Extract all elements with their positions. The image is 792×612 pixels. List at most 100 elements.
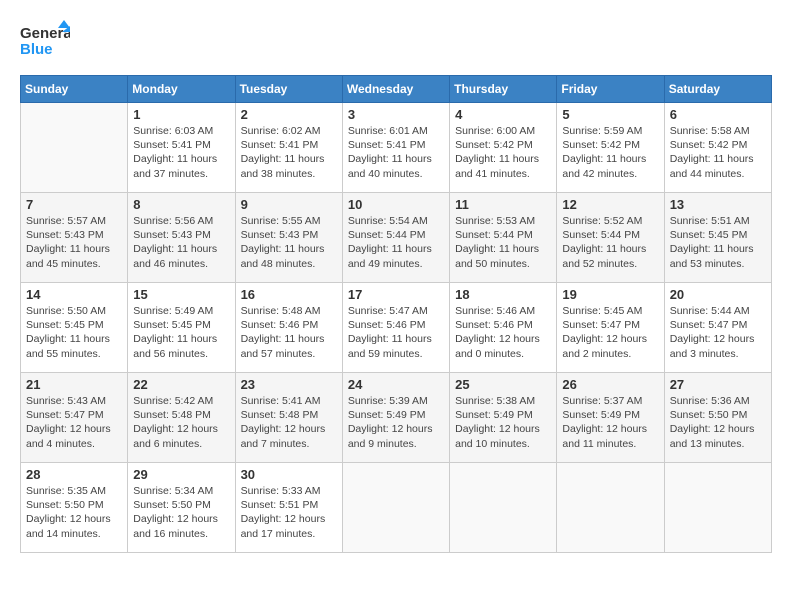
day-number: 3 xyxy=(348,107,444,122)
page-header: General Blue xyxy=(20,20,772,65)
day-number: 29 xyxy=(133,467,229,482)
day-number: 24 xyxy=(348,377,444,392)
day-info: Sunrise: 5:58 AMSunset: 5:42 PMDaylight:… xyxy=(670,124,766,181)
day-number: 6 xyxy=(670,107,766,122)
calendar-cell: 23 Sunrise: 5:41 AMSunset: 5:48 PMDayligh… xyxy=(235,373,342,463)
day-number: 14 xyxy=(26,287,122,302)
calendar-cell: 7 Sunrise: 5:57 AMSunset: 5:43 PMDaylight… xyxy=(21,193,128,283)
day-number: 19 xyxy=(562,287,658,302)
day-info: Sunrise: 5:46 AMSunset: 5:46 PMDaylight:… xyxy=(455,304,551,361)
day-info: Sunrise: 6:01 AMSunset: 5:41 PMDaylight:… xyxy=(348,124,444,181)
day-header-saturday: Saturday xyxy=(664,76,771,103)
day-number: 2 xyxy=(241,107,337,122)
calendar-cell: 14 Sunrise: 5:50 AMSunset: 5:45 PMDayligh… xyxy=(21,283,128,373)
day-info: Sunrise: 6:00 AMSunset: 5:42 PMDaylight:… xyxy=(455,124,551,181)
day-number: 17 xyxy=(348,287,444,302)
day-number: 15 xyxy=(133,287,229,302)
day-number: 8 xyxy=(133,197,229,212)
calendar-cell: 18 Sunrise: 5:46 AMSunset: 5:46 PMDayligh… xyxy=(450,283,557,373)
calendar-cell: 4Sunrise: 6:00 AMSunset: 5:42 PMDaylight… xyxy=(450,103,557,193)
day-number: 10 xyxy=(348,197,444,212)
day-info: Sunrise: 5:57 AMSunset: 5:43 PMDaylight:… xyxy=(26,214,122,271)
day-header-monday: Monday xyxy=(128,76,235,103)
calendar-week-row: 21 Sunrise: 5:43 AMSunset: 5:47 PMDayligh… xyxy=(21,373,772,463)
calendar-cell: 2 Sunrise: 6:02 AMSunset: 5:41 PMDaylight… xyxy=(235,103,342,193)
day-number: 23 xyxy=(241,377,337,392)
day-info: Sunrise: 6:03 AMSunset: 5:41 PMDaylight:… xyxy=(133,124,229,181)
calendar-cell xyxy=(21,103,128,193)
calendar-cell: 29 Sunrise: 5:34 AMSunset: 5:50 PMDayligh… xyxy=(128,463,235,553)
calendar-cell: 27Sunrise: 5:36 AMSunset: 5:50 PMDayligh… xyxy=(664,373,771,463)
calendar-cell xyxy=(557,463,664,553)
day-number: 26 xyxy=(562,377,658,392)
day-number: 1 xyxy=(133,107,229,122)
day-info: Sunrise: 5:47 AMSunset: 5:46 PMDaylight:… xyxy=(348,304,444,361)
day-info: Sunrise: 5:43 AMSunset: 5:47 PMDaylight:… xyxy=(26,394,122,451)
day-info: Sunrise: 5:33 AMSunset: 5:51 PMDaylight:… xyxy=(241,484,337,541)
day-info: Sunrise: 5:56 AMSunset: 5:43 PMDaylight:… xyxy=(133,214,229,271)
logo-icon: General Blue xyxy=(20,20,70,65)
day-info: Sunrise: 5:50 AMSunset: 5:45 PMDaylight:… xyxy=(26,304,122,361)
day-info: Sunrise: 5:42 AMSunset: 5:48 PMDaylight:… xyxy=(133,394,229,451)
calendar-cell: 28 Sunrise: 5:35 AMSunset: 5:50 PMDayligh… xyxy=(21,463,128,553)
calendar-cell: 16Sunrise: 5:48 AMSunset: 5:46 PMDayligh… xyxy=(235,283,342,373)
day-number: 20 xyxy=(670,287,766,302)
day-info: Sunrise: 5:59 AMSunset: 5:42 PMDaylight:… xyxy=(562,124,658,181)
day-header-sunday: Sunday xyxy=(21,76,128,103)
calendar-cell xyxy=(664,463,771,553)
day-info: Sunrise: 5:54 AMSunset: 5:44 PMDaylight:… xyxy=(348,214,444,271)
day-number: 16 xyxy=(241,287,337,302)
logo: General Blue xyxy=(20,20,70,65)
day-info: Sunrise: 5:41 AMSunset: 5:48 PMDaylight:… xyxy=(241,394,337,451)
calendar-cell xyxy=(342,463,449,553)
day-header-friday: Friday xyxy=(557,76,664,103)
day-number: 18 xyxy=(455,287,551,302)
day-number: 12 xyxy=(562,197,658,212)
calendar-header-row: SundayMondayTuesdayWednesdayThursdayFrid… xyxy=(21,76,772,103)
day-info: Sunrise: 5:35 AMSunset: 5:50 PMDaylight:… xyxy=(26,484,122,541)
calendar-cell: 8 Sunrise: 5:56 AMSunset: 5:43 PMDaylight… xyxy=(128,193,235,283)
calendar-cell: 30 Sunrise: 5:33 AMSunset: 5:51 PMDayligh… xyxy=(235,463,342,553)
calendar-cell: 1 Sunrise: 6:03 AMSunset: 5:41 PMDaylight… xyxy=(128,103,235,193)
day-header-tuesday: Tuesday xyxy=(235,76,342,103)
day-number: 30 xyxy=(241,467,337,482)
day-number: 21 xyxy=(26,377,122,392)
day-info: Sunrise: 5:36 AMSunset: 5:50 PMDaylight:… xyxy=(670,394,766,451)
day-number: 5 xyxy=(562,107,658,122)
day-number: 22 xyxy=(133,377,229,392)
day-number: 9 xyxy=(241,197,337,212)
calendar-table: SundayMondayTuesdayWednesdayThursdayFrid… xyxy=(20,75,772,553)
day-number: 13 xyxy=(670,197,766,212)
day-info: Sunrise: 5:34 AMSunset: 5:50 PMDaylight:… xyxy=(133,484,229,541)
day-info: Sunrise: 5:44 AMSunset: 5:47 PMDaylight:… xyxy=(670,304,766,361)
calendar-cell: 9 Sunrise: 5:55 AMSunset: 5:43 PMDaylight… xyxy=(235,193,342,283)
calendar-cell: 10 Sunrise: 5:54 AMSunset: 5:44 PMDayligh… xyxy=(342,193,449,283)
day-number: 28 xyxy=(26,467,122,482)
calendar-week-row: 1 Sunrise: 6:03 AMSunset: 5:41 PMDaylight… xyxy=(21,103,772,193)
calendar-cell xyxy=(450,463,557,553)
day-header-thursday: Thursday xyxy=(450,76,557,103)
calendar-week-row: 14 Sunrise: 5:50 AMSunset: 5:45 PMDayligh… xyxy=(21,283,772,373)
calendar-cell: 17 Sunrise: 5:47 AMSunset: 5:46 PMDayligh… xyxy=(342,283,449,373)
day-header-wednesday: Wednesday xyxy=(342,76,449,103)
calendar-cell: 19 Sunrise: 5:45 AMSunset: 5:47 PMDayligh… xyxy=(557,283,664,373)
day-info: Sunrise: 5:52 AMSunset: 5:44 PMDaylight:… xyxy=(562,214,658,271)
day-number: 7 xyxy=(26,197,122,212)
day-info: Sunrise: 5:49 AMSunset: 5:45 PMDaylight:… xyxy=(133,304,229,361)
day-info: Sunrise: 5:55 AMSunset: 5:43 PMDaylight:… xyxy=(241,214,337,271)
calendar-cell: 11Sunrise: 5:53 AMSunset: 5:44 PMDayligh… xyxy=(450,193,557,283)
day-info: Sunrise: 5:38 AMSunset: 5:49 PMDaylight:… xyxy=(455,394,551,451)
day-info: Sunrise: 6:02 AMSunset: 5:41 PMDaylight:… xyxy=(241,124,337,181)
day-info: Sunrise: 5:37 AMSunset: 5:49 PMDaylight:… xyxy=(562,394,658,451)
day-info: Sunrise: 5:45 AMSunset: 5:47 PMDaylight:… xyxy=(562,304,658,361)
calendar-cell: 26 Sunrise: 5:37 AMSunset: 5:49 PMDayligh… xyxy=(557,373,664,463)
day-info: Sunrise: 5:51 AMSunset: 5:45 PMDaylight:… xyxy=(670,214,766,271)
calendar-cell: 25Sunrise: 5:38 AMSunset: 5:49 PMDayligh… xyxy=(450,373,557,463)
day-info: Sunrise: 5:53 AMSunset: 5:44 PMDaylight:… xyxy=(455,214,551,271)
svg-text:Blue: Blue xyxy=(20,41,53,58)
calendar-week-row: 28 Sunrise: 5:35 AMSunset: 5:50 PMDayligh… xyxy=(21,463,772,553)
calendar-week-row: 7 Sunrise: 5:57 AMSunset: 5:43 PMDaylight… xyxy=(21,193,772,283)
calendar-cell: 5 Sunrise: 5:59 AMSunset: 5:42 PMDaylight… xyxy=(557,103,664,193)
calendar-cell: 13 Sunrise: 5:51 AMSunset: 5:45 PMDayligh… xyxy=(664,193,771,283)
calendar-cell: 21 Sunrise: 5:43 AMSunset: 5:47 PMDayligh… xyxy=(21,373,128,463)
